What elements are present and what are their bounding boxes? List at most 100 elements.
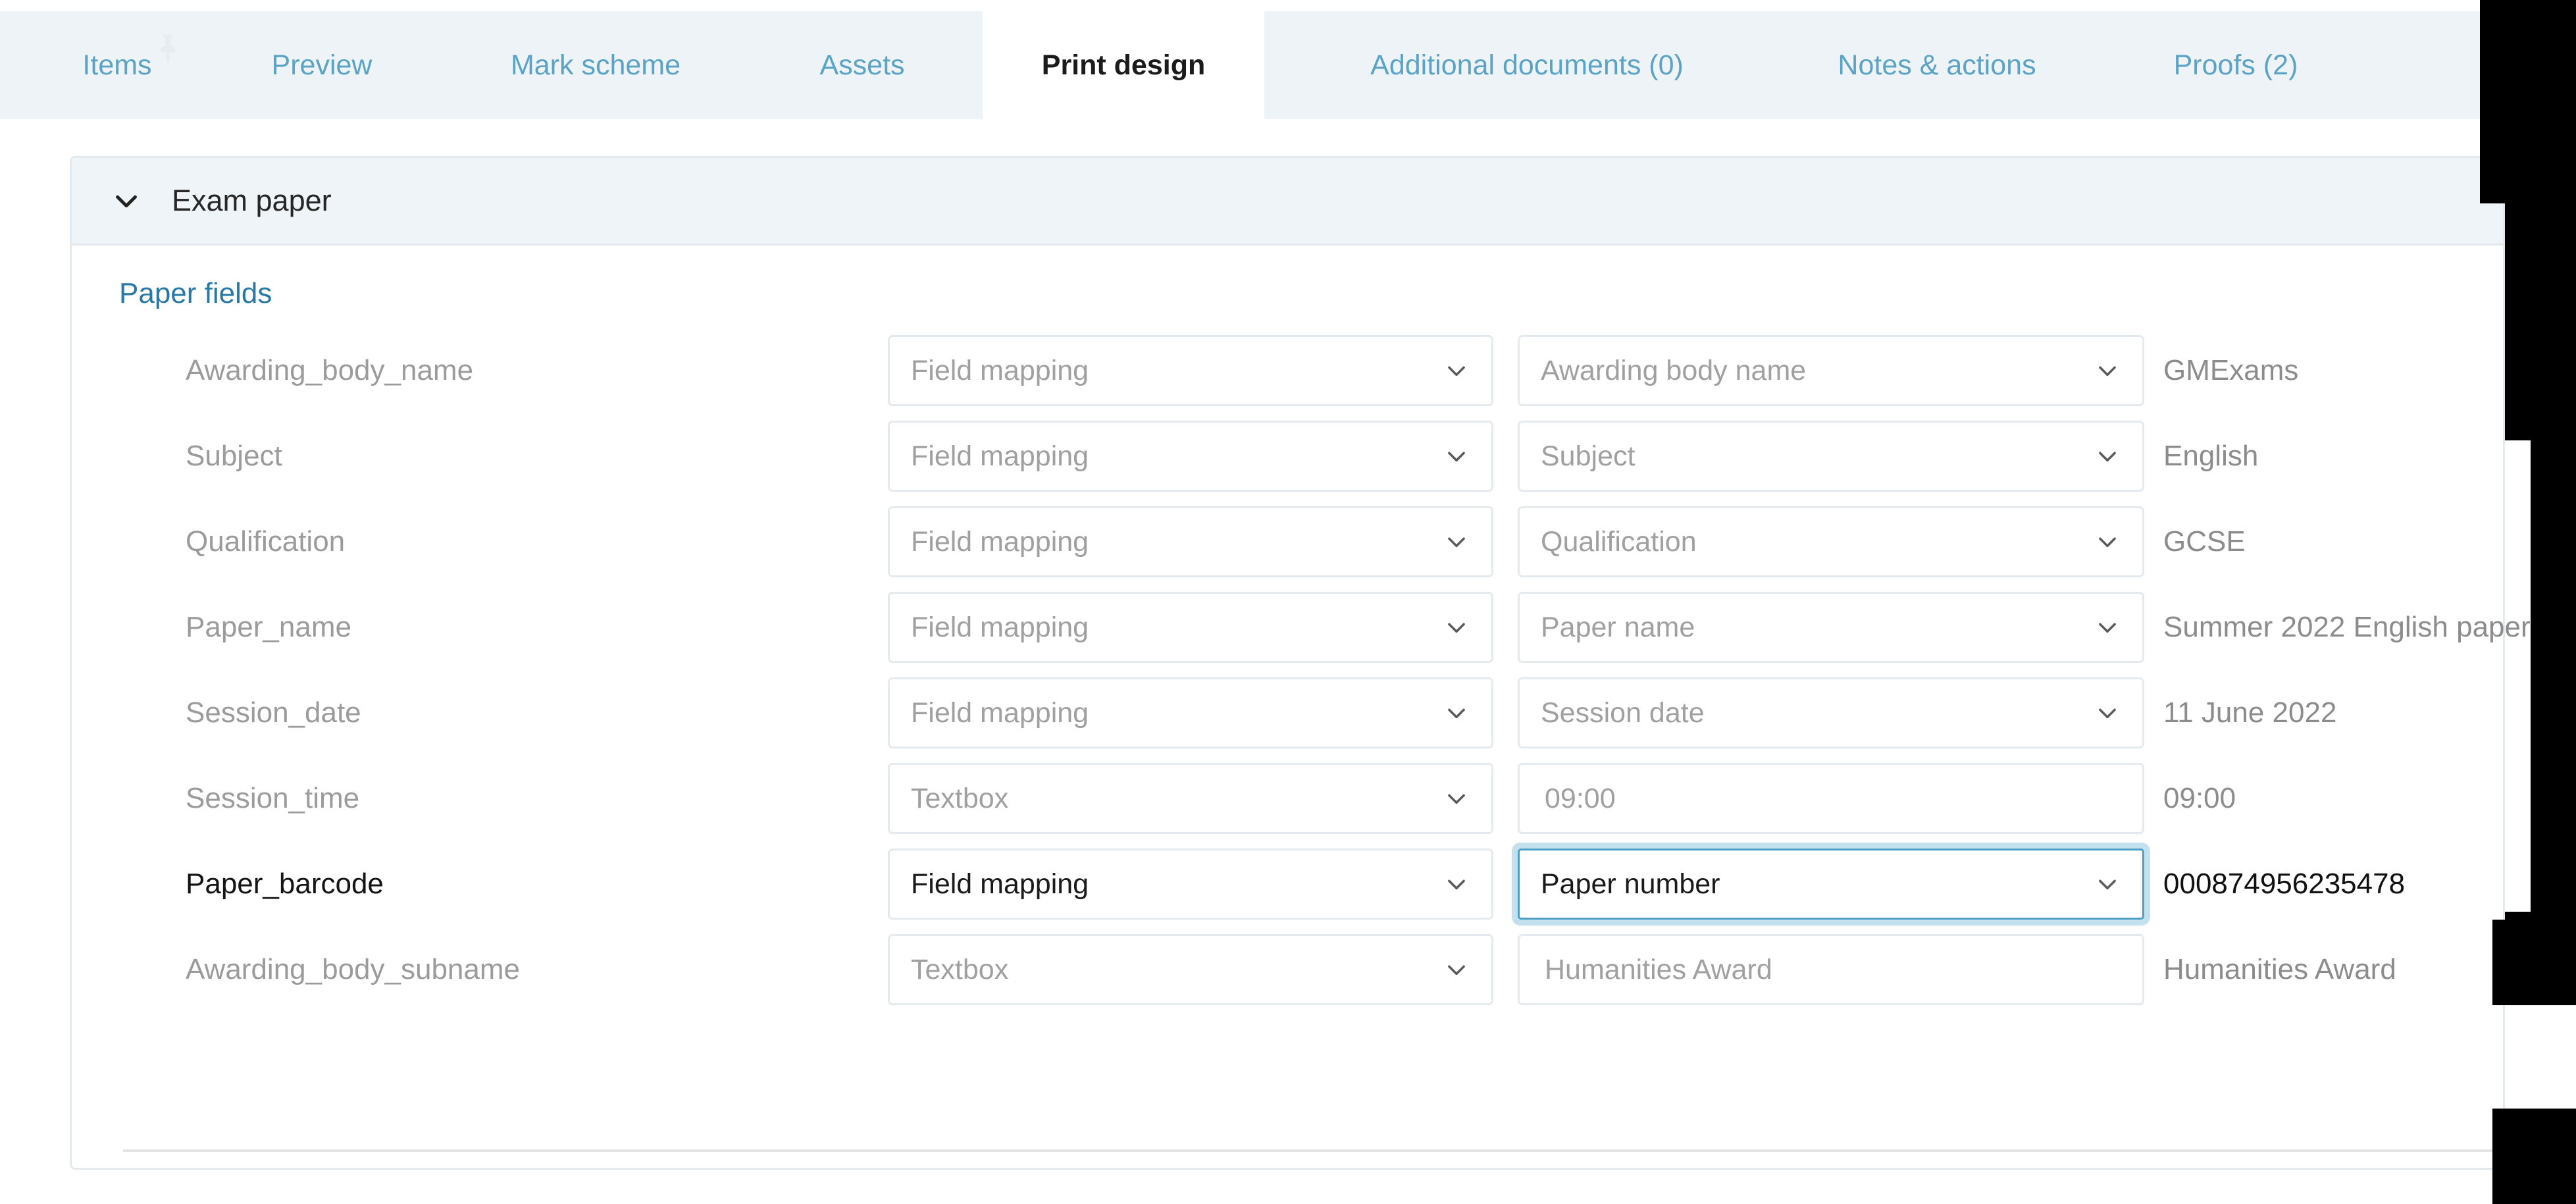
paper-field-row: Paper_barcode Field mapping Paper number 00… <box>72 841 2503 927</box>
chevron-down-icon[interactable] <box>1444 358 1469 383</box>
chevron-down-icon[interactable] <box>1444 872 1469 897</box>
clip-artifact-2 <box>2505 203 2576 440</box>
field-value-input-text: 09:00 <box>1545 782 1616 814</box>
field-label-qualification: Qualification <box>186 525 346 558</box>
field-type-select-value: Field mapping <box>911 354 1089 386</box>
paper-field-row: Qualification Field mapping Qualification G… <box>72 499 2503 585</box>
field-label-paper_name: Paper_name <box>186 611 351 643</box>
chevron-down-icon[interactable] <box>1444 444 1469 469</box>
field-mapping-select-value: Subject <box>1541 440 1636 472</box>
field-resolved-value-subject: English <box>2163 440 2259 472</box>
field-type-select-value: Field mapping <box>911 611 1089 643</box>
field-resolved-value-session_time: 09:00 <box>2163 782 2236 814</box>
field-resolved-value-awarding_body_name: GMExams <box>2163 354 2299 386</box>
section-divider <box>123 1149 2492 1152</box>
field-mapping-select-awarding_body_name[interactable]: Awarding body name <box>1518 335 2144 406</box>
chevron-down-icon[interactable] <box>1444 786 1469 811</box>
tab-label: Items <box>82 49 152 81</box>
field-value-input-awarding_body_subname[interactable]: Humanities Award <box>1518 934 2144 1005</box>
chevron-down-icon[interactable] <box>2095 529 2120 554</box>
chevron-down-icon[interactable] <box>1444 615 1469 640</box>
chevron-down-icon[interactable] <box>1444 957 1469 982</box>
paper-fields-rows: Awarding_body_name Field mapping Awarding … <box>72 328 2531 1012</box>
field-resolved-value-paper_name: Summer 2022 English paper <box>2163 611 2531 643</box>
tab-proofs-2[interactable]: Proofs (2) <box>2141 11 2331 119</box>
paper-field-row: Awarding_body_name Field mapping Awarding … <box>72 328 2503 413</box>
paper-field-row: Subject Field mapping Subject English <box>72 413 2503 499</box>
field-resolved-value-session_date: 11 June 2022 <box>2163 696 2337 729</box>
exam-paper-panel: Exam paper Paper fields Awarding_body_na… <box>70 156 2531 1170</box>
panel-title: Exam paper <box>172 184 332 217</box>
field-mapping-select-value: Paper number <box>1541 868 1720 900</box>
chevron-down-icon[interactable] <box>2095 444 2120 469</box>
field-mapping-select-qualification[interactable]: Qualification <box>1518 506 2144 577</box>
clip-artifact-3 <box>2531 440 2576 933</box>
chevron-down-icon[interactable] <box>2095 700 2120 725</box>
field-type-select-paper_barcode[interactable]: Field mapping <box>888 849 1493 920</box>
field-type-select-value: Textbox <box>911 953 1009 985</box>
field-resolved-value-paper_barcode: 000874956235478 <box>2163 868 2406 900</box>
field-type-select-session_date[interactable]: Field mapping <box>888 677 1493 748</box>
field-type-select-awarding_body_subname[interactable]: Textbox <box>888 934 1493 1005</box>
tab-additional-documents-0[interactable]: Additional documents (0) <box>1310 11 1744 119</box>
field-resolved-value-qualification: GCSE <box>2163 525 2246 558</box>
tab-print-design[interactable]: Print design <box>983 11 1264 119</box>
field-label-session_date: Session_date <box>186 696 361 729</box>
paper-field-row: Awarding_body_subname Textbox Humanities A… <box>72 927 2503 1012</box>
field-mapping-select-subject[interactable]: Subject <box>1518 421 2144 492</box>
clip-artifact-6 <box>2492 1109 2576 1204</box>
field-mapping-select-value: Awarding body name <box>1541 354 1807 386</box>
clip-artifact-1 <box>2480 0 2576 203</box>
field-resolved-value-awarding_body_subname: Humanities Award <box>2163 953 2396 985</box>
field-type-select-value: Textbox <box>911 782 1009 814</box>
field-label-awarding_body_subname: Awarding_body_subname <box>186 953 520 985</box>
tab-label: Mark scheme <box>510 49 681 81</box>
chevron-down-icon[interactable] <box>2095 358 2120 383</box>
chevron-down-icon[interactable] <box>2095 615 2120 640</box>
field-type-select-subject[interactable]: Field mapping <box>888 421 1493 492</box>
tab-label: Notes & actions <box>1838 49 2036 81</box>
field-label-paper_barcode: Paper_barcode <box>186 868 384 900</box>
paper-field-row: Session_time Textbox 09:00 09:00 <box>72 756 2503 841</box>
paper-field-row: Session_date Field mapping Session date 11 … <box>72 670 2503 756</box>
tab-items[interactable]: Items <box>55 11 180 119</box>
field-value-input-text: Humanities Award <box>1545 953 1772 985</box>
field-type-select-value: Field mapping <box>911 696 1089 729</box>
tab-label: Preview <box>271 49 373 81</box>
field-mapping-select-paper_barcode[interactable]: Paper number <box>1518 849 2144 920</box>
field-mapping-select-paper_name[interactable]: Paper name <box>1518 592 2144 663</box>
field-type-select-value: Field mapping <box>911 868 1089 900</box>
tab-assets[interactable]: Assets <box>787 11 937 119</box>
clip-artifact-5 <box>2492 920 2576 1005</box>
paper-fields-label[interactable]: Paper fields <box>119 277 272 310</box>
field-mapping-select-value: Qualification <box>1541 525 1697 558</box>
field-type-select-qualification[interactable]: Field mapping <box>888 506 1493 577</box>
field-type-select-awarding_body_name[interactable]: Field mapping <box>888 335 1493 406</box>
chevron-down-icon[interactable] <box>2095 872 2120 897</box>
chevron-down-icon[interactable] <box>1444 529 1469 554</box>
field-mapping-select-value: Session date <box>1541 696 1705 729</box>
chevron-down-icon[interactable] <box>111 186 142 216</box>
field-type-select-paper_name[interactable]: Field mapping <box>888 592 1493 663</box>
field-value-input-session_time[interactable]: 09:00 <box>1518 763 2144 834</box>
tab-label: Print design <box>1041 49 1206 81</box>
tab-label: Additional documents (0) <box>1370 49 1684 81</box>
tab-label: Assets <box>819 49 905 81</box>
field-mapping-select-session_date[interactable]: Session date <box>1518 677 2144 748</box>
tab-label: Proofs (2) <box>2173 49 2298 81</box>
panel-header[interactable]: Exam paper <box>72 158 2503 246</box>
app-root: Items Preview Mark scheme Assets Print desig… <box>0 0 2576 1204</box>
field-type-select-value: Field mapping <box>911 440 1089 472</box>
field-label-session_time: Session_time <box>186 782 360 814</box>
field-type-select-session_time[interactable]: Textbox <box>888 763 1493 834</box>
field-mapping-select-value: Paper name <box>1541 611 1695 643</box>
tab-mark-scheme[interactable]: Mark scheme <box>467 11 724 119</box>
tab-bar: Items Preview Mark scheme Assets Print desig… <box>0 11 2480 119</box>
field-label-subject: Subject <box>186 440 282 472</box>
tab-notes-actions[interactable]: Notes & actions <box>1795 11 2079 119</box>
paper-field-row: Paper_name Field mapping Paper name Summer … <box>72 585 2531 670</box>
field-label-awarding_body_name: Awarding_body_name <box>186 354 474 386</box>
tab-preview[interactable]: Preview <box>240 11 403 119</box>
field-type-select-value: Field mapping <box>911 525 1089 558</box>
chevron-down-icon[interactable] <box>1444 700 1469 725</box>
